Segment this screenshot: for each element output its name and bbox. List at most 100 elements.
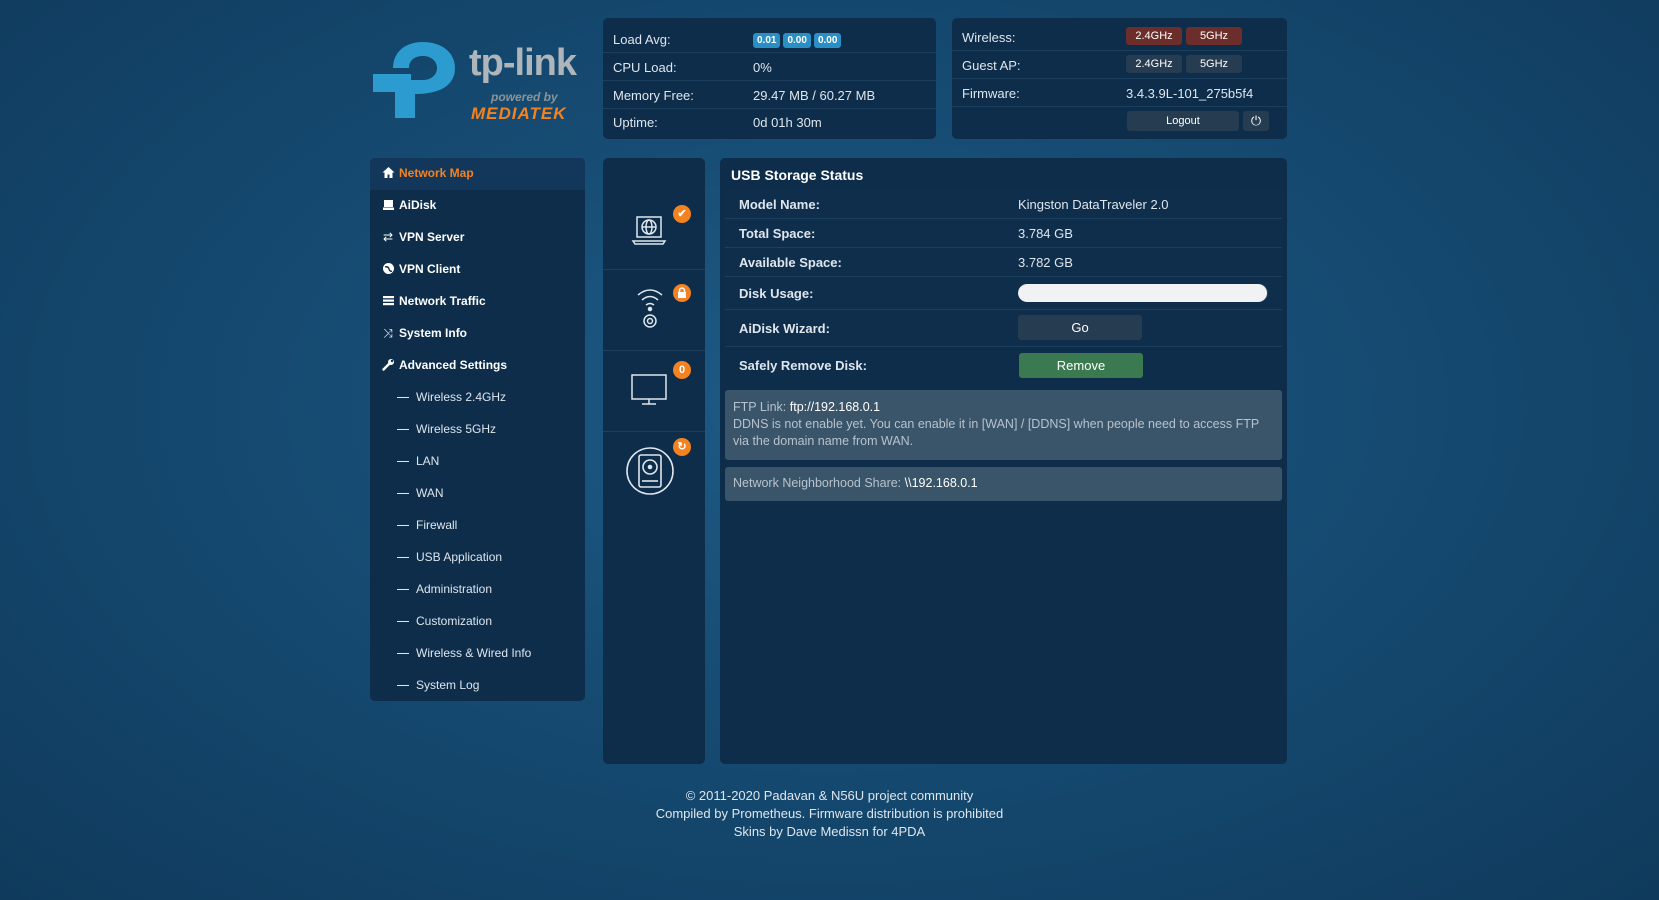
sidebar-sub-label: Firewall — [416, 518, 458, 532]
dash — [397, 429, 409, 430]
dash — [397, 621, 409, 622]
load-avg-15: 0.00 — [813, 33, 842, 48]
monitor-icon — [630, 373, 668, 410]
load-avg-values: 0.01 0.00 0.00 — [753, 31, 844, 48]
sidebar-item-vpn-client[interactable]: VPN Client — [370, 254, 585, 286]
total-space-label: Total Space: — [739, 226, 816, 241]
sidebar-sub-label: System Log — [416, 678, 480, 692]
tplink-p-icon — [373, 42, 455, 118]
sidebar-sub-system-log[interactable]: System Log — [370, 670, 585, 702]
footer-copyright: © 2011-2020 Padavan & N56U project commu… — [685, 788, 974, 803]
load-avg-1: 0.01 — [753, 33, 781, 48]
wireless-row: Wireless: 2.4GHz 5GHz — [952, 23, 1287, 51]
share-label: Network Neighborhood Share: — [733, 476, 902, 490]
firmware-row: Firmware: 3.4.3.9L-101_275b5f4 — [952, 79, 1287, 107]
available-space-value: 3.782 GB — [1018, 255, 1073, 270]
sidebar-sub-label: Wireless & Wired Info — [416, 646, 532, 660]
usb-status-cell[interactable]: ↻ — [603, 432, 705, 512]
footer: © 2011-2020 Padavan & N56U project commu… — [0, 787, 1659, 841]
dash — [397, 653, 409, 654]
dash — [397, 557, 409, 558]
clients-status-cell[interactable]: 0 — [603, 351, 705, 432]
sidebar-sub-label: Administration — [416, 582, 493, 596]
model-row: Model Name: Kingston DataTraveler 2.0 — [725, 190, 1282, 219]
dash — [397, 397, 409, 398]
globe-icon — [381, 262, 395, 276]
wireless-24-badge[interactable]: 2.4GHz — [1126, 27, 1182, 45]
footer-skins: Skins by Dave Medissn for 4PDA — [733, 824, 926, 839]
client-count-badge: 0 — [673, 361, 691, 379]
radio-status-panel: Wireless: 2.4GHz 5GHz Guest AP: 2.4GHz 5… — [952, 18, 1287, 139]
shuffle-icon: ⤨ — [383, 326, 393, 340]
ftp-link[interactable]: ftp://192.168.0.1 — [790, 400, 880, 414]
dash — [397, 589, 409, 590]
ftp-info-box: FTP Link: ftp://192.168.0.1 DDNS is not … — [725, 390, 1282, 460]
model-value: Kingston DataTraveler 2.0 — [1018, 197, 1169, 212]
remove-button[interactable]: Remove — [1019, 353, 1143, 378]
dash — [397, 461, 409, 462]
wireless-router-icon — [633, 286, 667, 333]
aidisk-wizard-row: AiDisk Wizard: Go — [725, 310, 1282, 347]
wireless-status-cell[interactable] — [603, 270, 705, 351]
sidebar-sub-label: WAN — [416, 486, 444, 500]
sidebar-item-vpn-server[interactable]: ⇄ VPN Server — [370, 222, 585, 254]
sidebar-item-system-info[interactable]: ⤨ System Info — [370, 318, 585, 350]
guest-24-badge[interactable]: 2.4GHz — [1126, 55, 1182, 73]
sidebar-item-label: Advanced Settings — [399, 358, 508, 372]
sidebar-item-advanced-settings[interactable]: Advanced Settings — [370, 350, 585, 382]
usb-storage-panel: USB Storage Status Model Name: Kingston … — [720, 158, 1287, 764]
system-status-panel: Load Avg: 0.01 0.00 0.00 CPU Load: 0% Memo… — [603, 18, 936, 139]
sidebar: Network Map AiDisk ⇄ VPN Server VPN Clie… — [370, 158, 585, 701]
total-space-value: 3.784 GB — [1018, 226, 1073, 241]
guest-ap-label: Guest AP: — [962, 58, 1021, 73]
sidebar-item-label: VPN Client — [399, 262, 461, 276]
sidebar-item-aidisk[interactable]: AiDisk — [370, 190, 585, 222]
disk-usage-fill — [1018, 284, 1268, 302]
sidebar-sub-label: Wireless 2.4GHz — [416, 390, 507, 404]
wrench-icon — [381, 358, 395, 372]
sidebar-sub-firewall[interactable]: Firewall — [370, 510, 585, 542]
footer-compiled: Compiled by Prometheus. Firmware distrib… — [655, 806, 1004, 821]
list-icon — [381, 294, 395, 308]
remove-disk-row: Safely Remove Disk: Remove — [725, 347, 1282, 383]
disk-usage-row: Disk Usage: — [725, 277, 1282, 310]
home-icon — [381, 166, 395, 180]
disk-usage-bar — [1018, 284, 1268, 302]
sidebar-sub-wireless-wired-info[interactable]: Wireless & Wired Info — [370, 638, 585, 670]
sidebar-item-label: Network Traffic — [399, 294, 486, 308]
mediatek-logo: MEDIATEK — [471, 104, 567, 123]
sidebar-sub-label: Customization — [416, 614, 493, 628]
sidebar-sub-wireless-5[interactable]: Wireless 5GHz — [370, 414, 585, 446]
internet-status-cell[interactable]: ✔ — [603, 189, 705, 270]
ftp-link-label: FTP Link: — [733, 400, 787, 414]
wireless-5-badge[interactable]: 5GHz — [1186, 27, 1242, 45]
guest-5-badge[interactable]: 5GHz — [1186, 55, 1242, 73]
logout-button[interactable]: Logout — [1127, 111, 1239, 131]
share-link[interactable]: \\192.168.0.1 — [905, 476, 978, 490]
sidebar-item-network-map[interactable]: Network Map — [370, 158, 585, 190]
go-button[interactable]: Go — [1018, 315, 1142, 340]
sidebar-sub-usb-application[interactable]: USB Application — [370, 542, 585, 574]
remove-disk-label: Safely Remove Disk: — [739, 358, 867, 373]
refresh-icon: ↻ — [673, 438, 691, 456]
disk-usage-label: Disk Usage: — [739, 286, 814, 301]
share-info-box: Network Neighborhood Share: \\192.168.0.… — [725, 467, 1282, 501]
sidebar-sub-customization[interactable]: Customization — [370, 606, 585, 638]
cpu-value: 0% — [753, 60, 772, 75]
memory-label: Memory Free: — [613, 88, 694, 103]
power-icon[interactable]: ⏻ — [1243, 111, 1269, 131]
dash — [397, 525, 409, 526]
sidebar-sub-label: USB Application — [416, 550, 503, 564]
cpu-row: CPU Load: 0% — [603, 53, 936, 81]
vpn-server-icon: ⇄ — [382, 230, 394, 244]
sidebar-sub-wan[interactable]: WAN — [370, 478, 585, 510]
network-map-icons: ✔ 0 ↻ — [603, 158, 705, 764]
available-space-row: Available Space: 3.782 GB — [725, 248, 1282, 277]
sidebar-sub-lan[interactable]: LAN — [370, 446, 585, 478]
sidebar-sub-administration[interactable]: Administration — [370, 574, 585, 606]
firmware-label: Firmware: — [962, 86, 1020, 101]
sidebar-item-network-traffic[interactable]: Network Traffic — [370, 286, 585, 318]
model-label: Model Name: — [739, 197, 820, 212]
firmware-value: 3.4.3.9L-101_275b5f4 — [1126, 86, 1254, 101]
sidebar-sub-wireless-24[interactable]: Wireless 2.4GHz — [370, 382, 585, 414]
